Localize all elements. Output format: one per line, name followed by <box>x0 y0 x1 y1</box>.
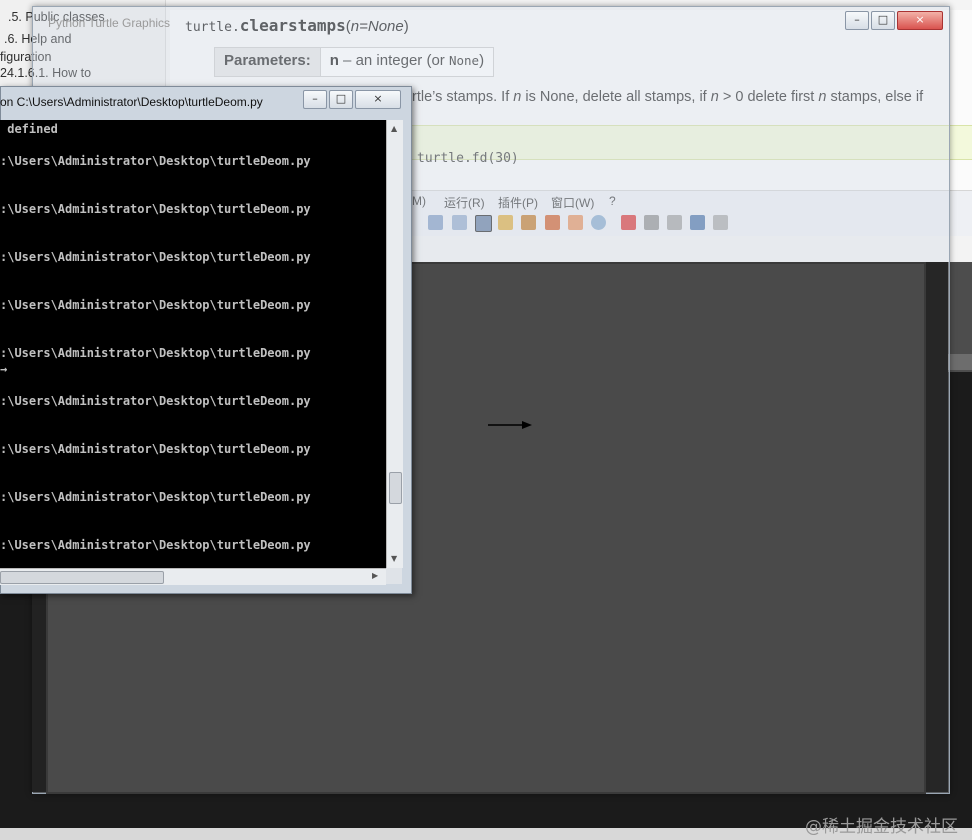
scroll-down-icon[interactable]: ▼ <box>391 554 397 563</box>
turtle-arrow-icon <box>488 421 532 429</box>
close-button[interactable]: × <box>897 11 943 30</box>
console-line: :\Users\Administrator\Desktop\turtleDeom… <box>0 250 311 264</box>
scroll-thumb[interactable] <box>389 472 402 504</box>
console-line: :\Users\Administrator\Desktop\turtleDeom… <box>0 490 311 504</box>
console-vertical-scrollbar[interactable]: ▲ ▼ <box>386 120 403 568</box>
console-line: → <box>0 362 8 376</box>
minimize-button[interactable]: – <box>845 11 869 30</box>
scroll-right-icon[interactable]: ▶ <box>372 571 378 580</box>
scrollbar-corner <box>386 568 402 584</box>
console-line: :\Users\Administrator\Desktop\turtleDeom… <box>0 442 311 456</box>
hscroll-thumb[interactable] <box>0 571 164 584</box>
console-minimize-button[interactable]: – <box>303 90 327 109</box>
console-line: :\Users\Administrator\Desktop\turtleDeom… <box>0 346 311 360</box>
console-output[interactable]: defined :\Users\Administrator\Desktop\tu… <box>0 120 386 568</box>
maximize-button[interactable]: □ <box>871 11 895 30</box>
turtle-window-controls: – □ × <box>845 11 945 30</box>
console-line: :\Users\Administrator\Desktop\turtleDeom… <box>0 154 311 168</box>
console-horizontal-scrollbar[interactable]: ▶ <box>0 568 386 585</box>
console-line: :\Users\Administrator\Desktop\turtleDeom… <box>0 202 311 216</box>
console-line: :\Users\Administrator\Desktop\turtleDeom… <box>0 394 311 408</box>
console-line: :\Users\Administrator\Desktop\turtleDeom… <box>0 298 311 312</box>
console-line: :\Users\Administrator\Desktop\turtleDeom… <box>0 538 311 552</box>
console-title: on C:\Users\Administrator\Desktop\turtle… <box>0 95 263 109</box>
console-close-button[interactable]: × <box>355 90 401 109</box>
watermark: @稀土掘金技术社区 <box>805 817 958 837</box>
console-maximize-button[interactable]: □ <box>329 90 353 109</box>
console-line: defined <box>0 122 58 136</box>
turtle-window-title: Python Turtle Graphics <box>48 16 171 30</box>
scroll-up-icon[interactable]: ▲ <box>391 124 397 133</box>
